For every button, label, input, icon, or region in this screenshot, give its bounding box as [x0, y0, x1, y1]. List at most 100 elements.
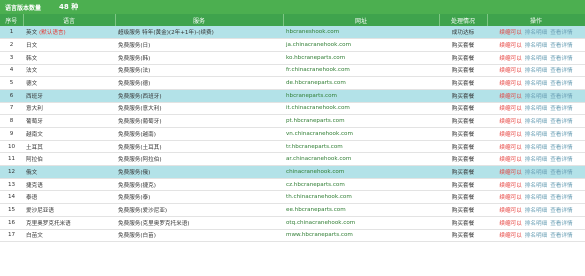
table-header-row: 序号 语言 服务 网址 处理情况 操作	[0, 14, 585, 26]
edit-link[interactable]: 续缩可以	[499, 168, 521, 176]
language-cell: 阿拉伯	[23, 152, 115, 167]
language-cell: 葡萄牙	[23, 114, 115, 128]
ranking-details-link[interactable]: 排名明细	[525, 206, 547, 214]
edit-link[interactable]: 续缩可以	[499, 130, 521, 138]
language-cell: 德文	[23, 76, 115, 90]
view-details-link[interactable]: 查看详情	[550, 168, 572, 176]
status-cell: 购买套餐	[439, 38, 487, 52]
actions-cell: 续缩可以 排名明细 查看详情	[487, 190, 585, 205]
row-number: 1	[0, 26, 23, 40]
ranking-details-link[interactable]: 排名明细	[525, 155, 547, 163]
view-details-link[interactable]: 查看详情	[550, 104, 572, 112]
language-name: 俄文	[26, 169, 38, 176]
status-cell: 购买套餐	[439, 102, 487, 116]
language-cell: 俄文	[23, 165, 115, 179]
language-cell: 克里奥罗克托米语	[23, 216, 115, 230]
edit-link[interactable]: 续缩可以	[499, 219, 521, 227]
language-name: 日文	[26, 43, 38, 50]
row-number: 8	[0, 114, 23, 128]
row-number: 5	[0, 76, 23, 90]
edit-link[interactable]: 续缩可以	[499, 206, 521, 214]
language-cell: 英文 (默认语言)	[23, 26, 115, 40]
status-cell: 购买套餐	[439, 152, 487, 167]
edit-link[interactable]: 续缩可以	[499, 117, 521, 125]
view-details-link[interactable]: 查看详情	[550, 41, 572, 49]
language-cell: 爱沙尼亚语	[23, 203, 115, 217]
ranking-details-link[interactable]: 排名明细	[525, 41, 547, 49]
edit-link[interactable]: 续缩可以	[499, 181, 521, 189]
edit-link[interactable]: 续缩可以	[499, 143, 521, 151]
language-cell: 白苗文	[23, 229, 115, 243]
edit-link[interactable]: 续缩可以	[499, 193, 521, 201]
service-cell: 免费服务(日)	[115, 38, 283, 52]
view-details-link[interactable]: 查看详情	[550, 54, 572, 62]
status-cell: 购买套餐	[439, 51, 487, 65]
view-details-link[interactable]: 查看详情	[550, 92, 572, 100]
ranking-details-link[interactable]: 排名明细	[525, 28, 547, 36]
status-cell: 购买套餐	[439, 203, 487, 217]
view-details-link[interactable]: 查看详情	[550, 219, 572, 227]
view-details-link[interactable]: 查看详情	[550, 79, 572, 87]
ranking-details-link[interactable]: 排名明细	[525, 117, 547, 125]
language-name: 韩文	[26, 55, 38, 62]
table-row: 10 土耳其 免费服务(土耳其) tr.hbcraneparts.com 购买套餐 续缩…	[0, 140, 585, 154]
actions-cell: 续缩可以 排名明细 查看详情	[487, 89, 585, 103]
view-details-link[interactable]: 查看详情	[550, 117, 572, 125]
view-details-link[interactable]: 查看详情	[550, 28, 572, 36]
edit-link[interactable]: 续缩可以	[499, 41, 521, 49]
view-details-link[interactable]: 查看详情	[550, 155, 572, 163]
view-details-link[interactable]: 查看详情	[550, 130, 572, 138]
edit-link[interactable]: 续缩可以	[499, 28, 521, 36]
ranking-details-link[interactable]: 排名明细	[525, 92, 547, 100]
status-cell: 成功达标	[439, 26, 487, 40]
language-name: 克里奥罗克托米语	[26, 220, 71, 227]
ranking-details-link[interactable]: 排名明细	[525, 168, 547, 176]
ranking-details-link[interactable]: 排名明细	[525, 104, 547, 112]
view-details-link[interactable]: 查看详情	[550, 66, 572, 74]
ranking-details-link[interactable]: 排名明细	[525, 79, 547, 87]
actions-cell: 续缩可以 排名明细 查看详情	[487, 165, 585, 179]
language-name: 法文	[26, 68, 38, 75]
table-row: 17 白苗文 免费服务(白苗) mww.hbcraneparts.com 购买套餐 续缩…	[0, 229, 585, 243]
table-row: 14 泰语 免费服务(泰) th.chinacranehook.com 购买套餐 续缩可…	[0, 190, 585, 205]
view-details-link[interactable]: 查看详情	[550, 143, 572, 151]
actions-cell: 续缩可以 排名明细 查看详情	[487, 152, 585, 167]
ranking-details-link[interactable]: 排名明细	[525, 181, 547, 189]
ranking-details-link[interactable]: 排名明细	[525, 130, 547, 138]
edit-link[interactable]: 续缩可以	[499, 79, 521, 87]
view-details-link[interactable]: 查看详情	[550, 231, 572, 239]
service-cell: 免费服务(克里奥罗克托米语)	[115, 216, 283, 230]
actions-cell: 续缩可以 排名明细 查看详情	[487, 178, 585, 192]
view-details-link[interactable]: 查看详情	[550, 181, 572, 189]
edit-link[interactable]: 续缩可以	[499, 66, 521, 74]
service-cell: 免费服务(韩)	[115, 51, 283, 65]
ranking-details-link[interactable]: 排名明细	[525, 231, 547, 239]
language-cell: 意大利	[23, 102, 115, 116]
edit-link[interactable]: 续缩可以	[499, 155, 521, 163]
edit-link[interactable]: 续缩可以	[499, 92, 521, 100]
language-name: 白苗文	[26, 233, 43, 240]
site-url: ko.hbcraneparts.com	[283, 51, 439, 65]
service-cell: 免费服务(越南)	[115, 127, 283, 141]
edit-link[interactable]: 续缩可以	[499, 231, 521, 239]
language-name: 阿拉伯	[26, 157, 43, 164]
ranking-details-link[interactable]: 排名明细	[525, 143, 547, 151]
row-number: 2	[0, 38, 23, 52]
edit-link[interactable]: 续缩可以	[499, 104, 521, 112]
view-details-link[interactable]: 查看详情	[550, 193, 572, 201]
column-header-status: 处理情况	[439, 14, 488, 26]
ranking-details-link[interactable]: 排名明细	[525, 66, 547, 74]
row-number: 12	[0, 165, 23, 179]
language-cell: 捷克语	[23, 178, 115, 192]
view-details-link[interactable]: 查看详情	[550, 206, 572, 214]
actions-cell: 续缩可以 排名明细 查看详情	[487, 140, 585, 154]
ranking-details-link[interactable]: 排名明细	[525, 54, 547, 62]
ranking-details-link[interactable]: 排名明细	[525, 219, 547, 227]
status-cell: 购买套餐	[439, 127, 487, 141]
edit-link[interactable]: 续缩可以	[499, 54, 521, 62]
ranking-details-link[interactable]: 排名明细	[525, 193, 547, 201]
language-name: 英文	[26, 30, 38, 37]
site-url: ar.chinacranehook.com	[283, 152, 439, 167]
service-cell: 免费服务(德)	[115, 76, 283, 90]
row-number: 16	[0, 216, 23, 230]
